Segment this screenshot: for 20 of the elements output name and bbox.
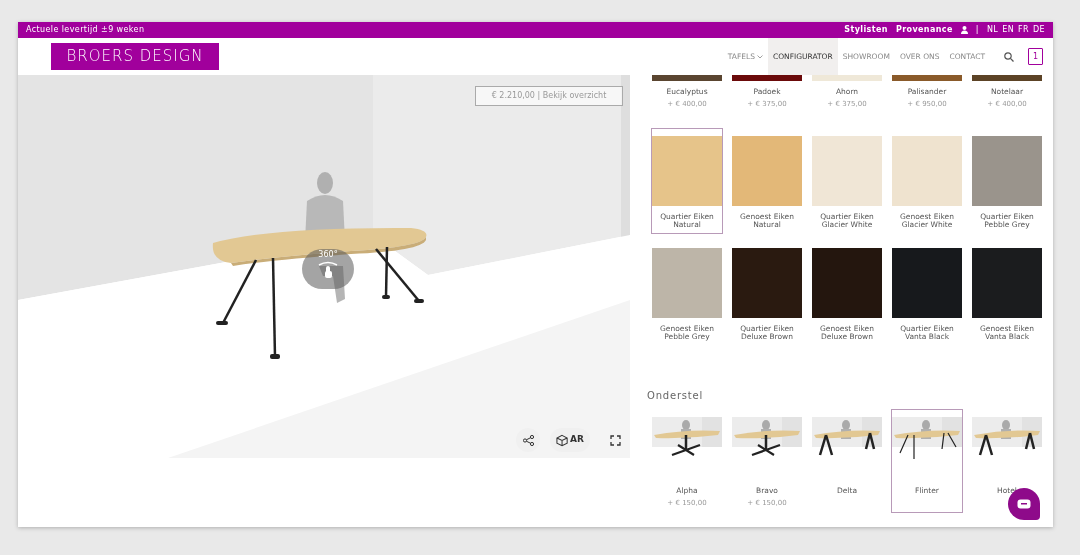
delivery-notice: Actuele levertijd ±9 weken: [26, 24, 145, 36]
logo[interactable]: BROERS DESIGN: [51, 43, 219, 70]
fullscreen-icon: [609, 434, 621, 446]
language-link[interactable]: FR: [1018, 24, 1029, 36]
top-link[interactable]: Stylisten: [844, 24, 888, 36]
hand-rotate-icon: [316, 261, 340, 279]
ar-button[interactable]: AR: [550, 428, 590, 452]
language-link[interactable]: EN: [1002, 24, 1014, 36]
cart-count[interactable]: 1: [1028, 48, 1043, 65]
divider-text: |: [975, 24, 979, 36]
cube-icon: [556, 433, 569, 447]
section-title: Onderstel: [647, 388, 705, 403]
user-icon[interactable]: [960, 26, 968, 34]
top-link[interactable]: Provenance: [895, 24, 953, 36]
language-link[interactable]: NL: [986, 24, 999, 36]
search-icon[interactable]: [1004, 51, 1014, 62]
language-link[interactable]: DE: [1033, 24, 1045, 36]
share-icon: [522, 434, 534, 446]
chat-icon: [1017, 499, 1031, 509]
frame-drawing: [892, 416, 962, 461]
